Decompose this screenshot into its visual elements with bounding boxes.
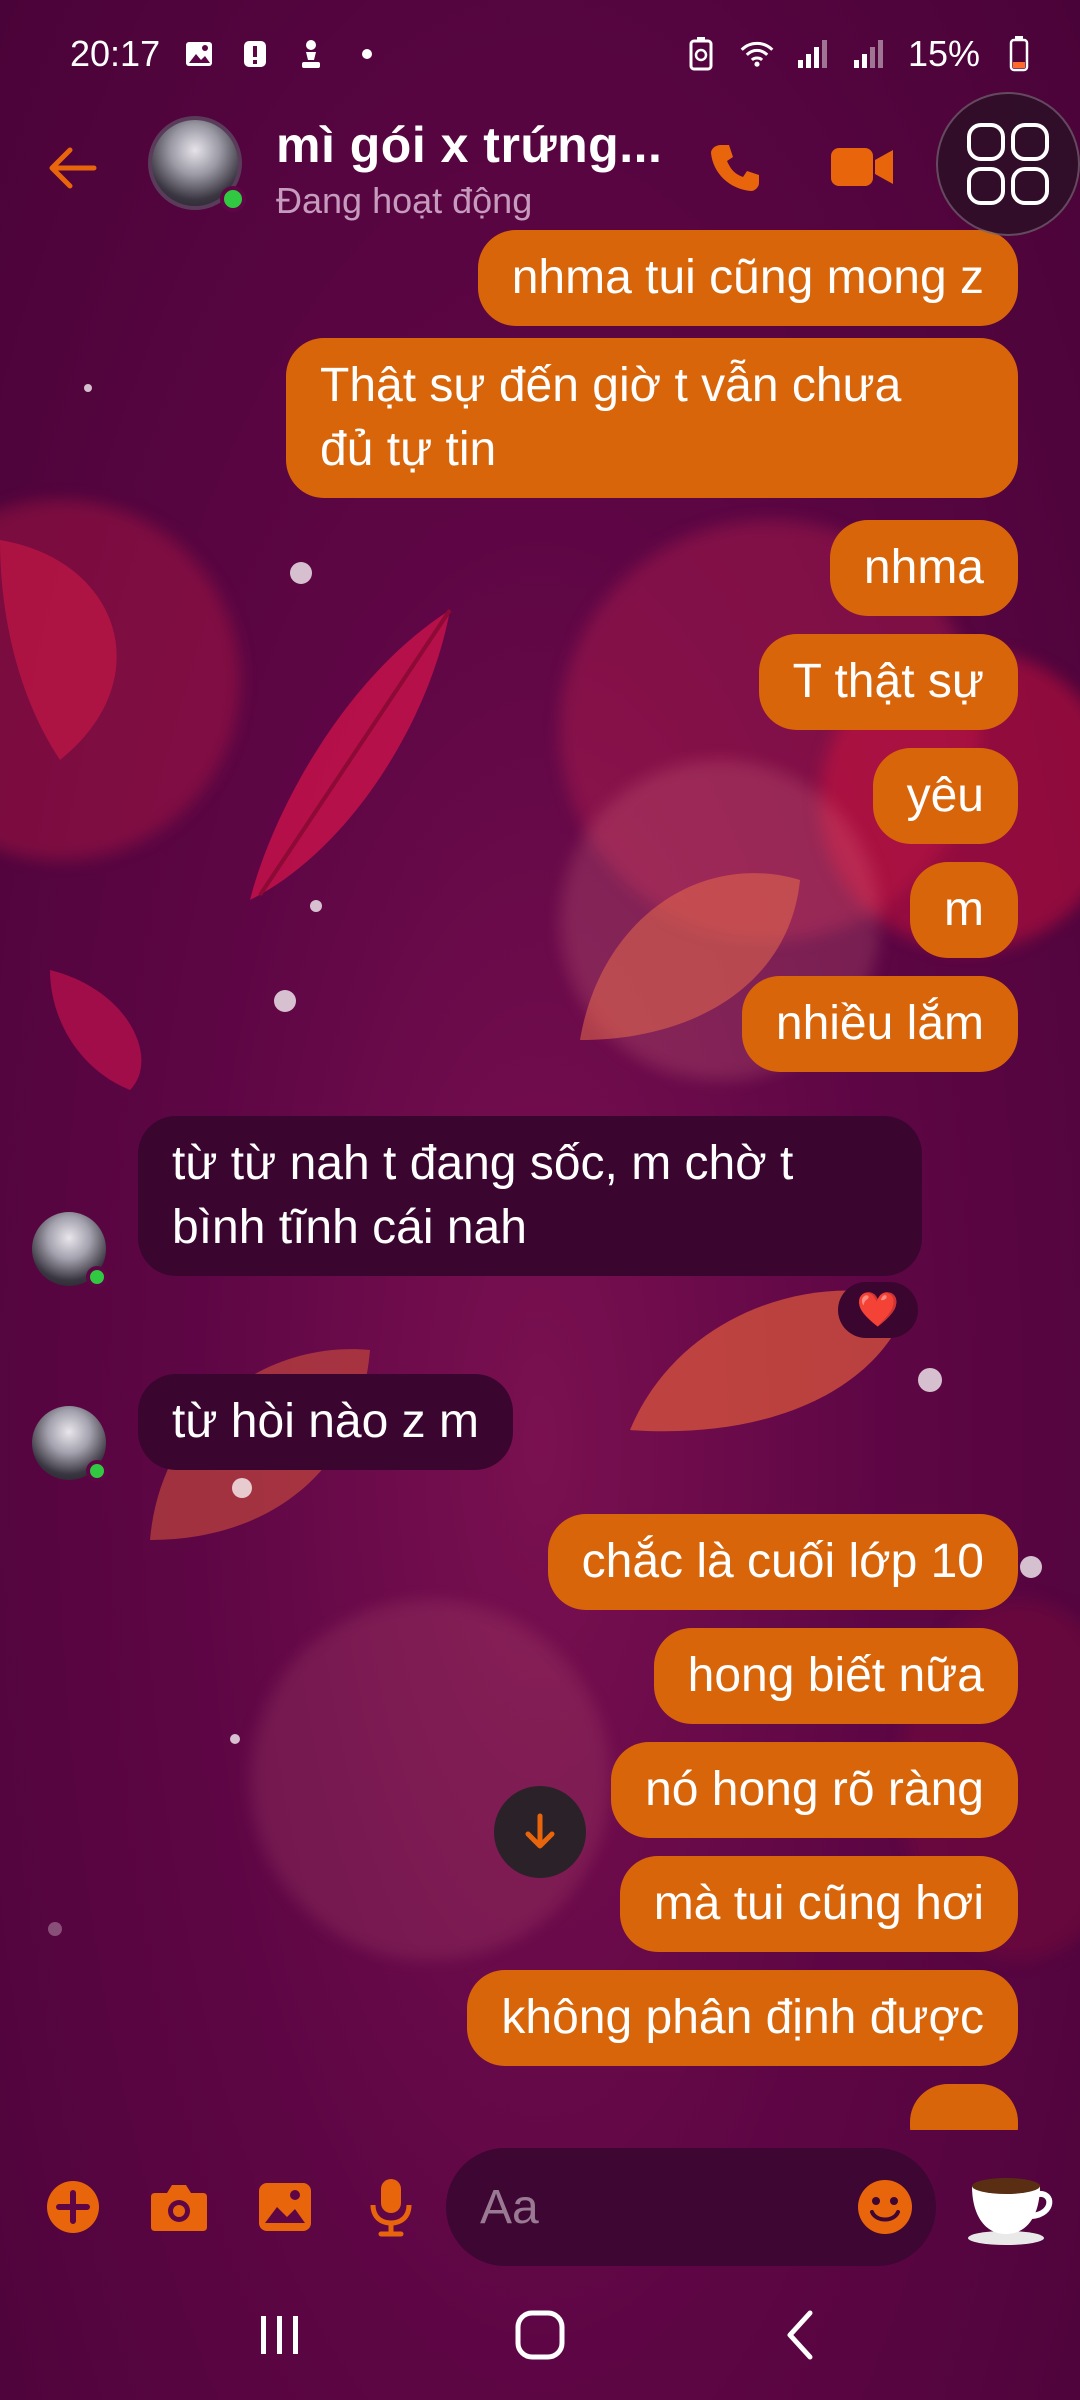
message-bubble-sent[interactable]: Thật sự đến giờ t vẫn chưa đủ tự tin xyxy=(286,338,1018,498)
add-button[interactable] xyxy=(38,2172,108,2242)
arrow-down-icon xyxy=(525,1813,555,1849)
message-bubble-sent[interactable]: nhma xyxy=(829,520,1018,616)
recent-apps-button[interactable] xyxy=(235,2290,325,2380)
message-bubble-sent[interactable]: yêu xyxy=(872,748,1018,844)
message-bubble-sent[interactable]: hong biết nữa xyxy=(653,1628,1018,1724)
image-icon xyxy=(259,2183,311,2231)
status-bar: 20:17 15% xyxy=(0,0,1080,108)
smiley-icon xyxy=(858,2180,912,2234)
quick-reaction-button[interactable] xyxy=(966,2168,1056,2248)
sender-avatar[interactable] xyxy=(32,1212,108,1288)
message-bubble-sent[interactable]: T thật sự xyxy=(758,634,1018,730)
camera-icon xyxy=(151,2185,207,2231)
image-icon xyxy=(182,37,216,71)
emoji-button[interactable] xyxy=(856,2178,914,2236)
battery-saver-icon xyxy=(684,37,718,71)
contact-info[interactable]: mì gói x trứng... Đang hoạt động xyxy=(276,116,662,222)
back-button[interactable] xyxy=(40,136,104,200)
pawn-icon xyxy=(294,37,328,71)
voice-message-button[interactable] xyxy=(356,2172,426,2242)
message-bubble-sent[interactable]: nó hong rõ ràng xyxy=(611,1742,1018,1838)
signal-icon xyxy=(852,37,886,71)
message-bubble-sent[interactable]: chắc là cuối lớp 10 xyxy=(547,1514,1018,1610)
message-bubble-sent[interactable]: không phân định được xyxy=(467,1970,1018,2066)
online-indicator xyxy=(220,186,246,212)
contact-avatar-button[interactable] xyxy=(148,116,246,212)
recents-icon xyxy=(261,2316,298,2354)
grid-icon xyxy=(967,123,1049,205)
phone-icon xyxy=(711,145,759,191)
message-bubble-received[interactable]: từ hòi nào z m xyxy=(138,1374,513,1470)
video-call-button[interactable] xyxy=(822,132,902,202)
plus-circle-icon xyxy=(47,2181,99,2233)
reaction-badge[interactable]: ❤️ xyxy=(838,1282,918,1338)
signal-icon xyxy=(796,37,830,71)
status-left: 20:17 xyxy=(70,33,384,75)
message-input[interactable] xyxy=(480,2148,840,2266)
home-button[interactable] xyxy=(495,2290,585,2380)
camera-button[interactable] xyxy=(144,2172,214,2242)
arrow-left-icon xyxy=(49,147,97,189)
microphone-icon xyxy=(370,2179,412,2237)
home-icon xyxy=(515,2310,565,2360)
alert-icon xyxy=(238,37,272,71)
contact-name: mì gói x trứng... xyxy=(276,117,663,173)
contact-status: Đang hoạt động xyxy=(276,180,533,221)
online-indicator xyxy=(86,1266,108,1288)
gallery-button[interactable] xyxy=(250,2172,320,2242)
message-bubble-sent[interactable]: nhiều lắm xyxy=(741,976,1018,1072)
status-time: 20:17 xyxy=(70,33,161,74)
message-bubble-received[interactable]: từ từ nah t đang sốc, m chờ t bình tĩnh … xyxy=(138,1116,922,1276)
wifi-icon xyxy=(740,37,774,71)
scroll-to-bottom-button[interactable] xyxy=(494,1786,586,1878)
battery-percent: 15% xyxy=(907,33,980,74)
message-input-container[interactable] xyxy=(446,2148,936,2266)
voice-call-button[interactable] xyxy=(700,132,770,202)
message-bubble-sent[interactable]: nhma tui cũng mong z xyxy=(477,230,1018,326)
sender-avatar[interactable] xyxy=(32,1406,108,1482)
message-composer xyxy=(0,2148,1080,2266)
message-bubble-sent-partial[interactable] xyxy=(910,2084,1018,2130)
battery-icon xyxy=(1002,36,1036,72)
floating-apps-button[interactable] xyxy=(936,92,1080,236)
online-indicator xyxy=(86,1460,108,1482)
video-camera-icon xyxy=(831,148,893,186)
coffee-cup-icon xyxy=(968,2178,1053,2245)
message-bubble-sent[interactable]: mà tui cũng hơi xyxy=(619,1856,1018,1952)
chat-header: mì gói x trứng... Đang hoạt động xyxy=(0,92,1080,236)
dot-icon xyxy=(350,37,384,71)
chevron-left-icon xyxy=(787,2310,813,2360)
system-nav-bar xyxy=(0,2270,1080,2400)
heart-reaction-icon: ❤️ xyxy=(856,1291,900,1329)
message-bubble-sent[interactable]: m xyxy=(910,862,1018,958)
back-nav-button[interactable] xyxy=(755,2290,845,2380)
status-right: 15% xyxy=(684,33,1036,75)
